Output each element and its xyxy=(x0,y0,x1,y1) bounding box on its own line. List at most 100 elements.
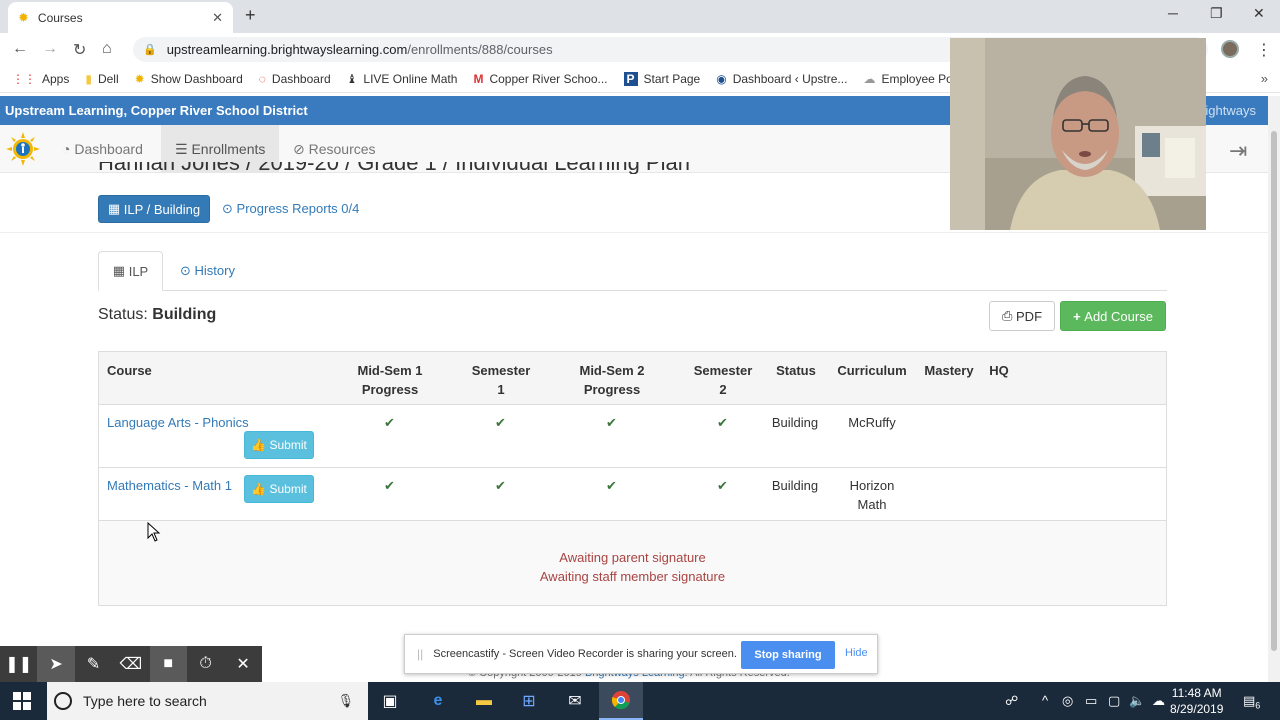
forward-icon[interactable]: → xyxy=(42,40,58,58)
url-host: upstreamlearning.brightwayslearning.com xyxy=(166,42,408,57)
brand-link[interactable]: ightways xyxy=(1205,96,1256,125)
print-icon: ⎙ xyxy=(1001,308,1013,323)
bookmark-dashboard[interactable]: ◌ Dashboard xyxy=(259,72,331,86)
browser-tab-courses[interactable]: ✹ Courses ✕ xyxy=(8,2,233,33)
tab-title: Courses xyxy=(37,10,83,25)
restore-icon[interactable]: ❐ xyxy=(1210,5,1223,22)
bookmark-apps[interactable]: ⋮⋮ Apps xyxy=(12,72,69,86)
webcam-video xyxy=(950,38,1206,230)
clock-date: 8/29/2019 xyxy=(1170,702,1224,716)
dashboard-icon: ◔ xyxy=(62,141,71,157)
store-icon[interactable]: ⊞ xyxy=(507,682,551,720)
brightways-logo[interactable] xyxy=(6,132,40,166)
scrollbar-thumb[interactable] xyxy=(1271,131,1277,651)
submit-button[interactable]: 👍 Submit xyxy=(244,431,314,459)
close-icon[interactable]: ✕ xyxy=(224,646,261,682)
hide-link[interactable]: Hide xyxy=(845,647,868,659)
th-mid-sem-2: Mid-Sem 2 Progress xyxy=(579,363,645,397)
timer-icon[interactable]: ⏱ xyxy=(187,646,224,682)
sun-icon: ✹ xyxy=(134,71,145,86)
windows-taskbar: Type here to search 🎙 ▣ e ▬ ⊞ ✉ ☍ ^ ◎ ▭ … xyxy=(0,682,1280,720)
pause-icon[interactable]: ❚❚ xyxy=(0,646,37,682)
people-icon[interactable]: ☍ xyxy=(1005,693,1018,709)
add-course-button[interactable]: + Add Course xyxy=(1060,301,1166,331)
action-center-icon[interactable]: ▤6 xyxy=(1243,693,1260,711)
battery-icon[interactable]: ▭ xyxy=(1085,693,1097,709)
bookmark-start-page[interactable]: P Start Page xyxy=(623,71,700,86)
pdf-button[interactable]: ⎙ PDF xyxy=(989,301,1055,331)
network-icon[interactable]: ◎ xyxy=(1062,693,1073,709)
taskbar-search[interactable]: Type here to search 🎙 xyxy=(47,682,368,720)
bookmark-dell[interactable]: ▮ Dell xyxy=(85,72,118,86)
th-curriculum: Curriculum xyxy=(837,363,907,378)
progress-reports-link[interactable]: ⊙ Progress Reports 0/4 xyxy=(222,201,359,217)
course-link-math[interactable]: Mathematics - Math 1 xyxy=(107,478,232,493)
new-tab-button[interactable]: + xyxy=(245,5,256,26)
windows-start-icon[interactable] xyxy=(13,692,31,710)
back-icon[interactable]: ← xyxy=(12,40,28,58)
onedrive-icon[interactable]: ☁ xyxy=(1152,693,1165,709)
tray-overflow-icon[interactable]: ^ xyxy=(1042,693,1048,708)
check-icon: ✔ xyxy=(384,415,395,430)
eraser-icon[interactable]: ⌫ xyxy=(112,646,149,682)
bookmarks-overflow-icon[interactable]: » xyxy=(1261,71,1268,86)
th-hq: HQ xyxy=(989,363,1009,378)
mouse-cursor-icon xyxy=(147,522,161,542)
bookmark-show-dashboard[interactable]: ✹ Show Dashboard xyxy=(135,72,243,86)
drag-grip-icon[interactable]: || xyxy=(417,647,423,661)
check-icon: ✔ xyxy=(495,415,506,430)
org-title: Upstream Learning, Copper River School D… xyxy=(5,103,308,118)
stop-sharing-button[interactable]: Stop sharing xyxy=(741,641,835,669)
cursor-tool-icon[interactable]: ➤ xyxy=(37,646,75,682)
check-icon: ✔ xyxy=(495,478,506,493)
th-mastery: Mastery xyxy=(924,363,974,378)
home-icon[interactable]: ⌂ xyxy=(102,40,112,58)
tab-ilp[interactable]: ▦ ILP xyxy=(98,251,163,291)
wp-icon: ◉ xyxy=(716,71,727,86)
display-icon[interactable]: ▢ xyxy=(1108,693,1120,709)
mail-icon[interactable]: ✉ xyxy=(553,682,597,720)
sign-out-icon[interactable]: ⇥ xyxy=(1229,138,1247,164)
reload-icon[interactable]: ↻ xyxy=(73,40,86,60)
bookmark-copper-river[interactable]: M Copper River Schoo... xyxy=(473,72,607,86)
th-semester-2: Semester 2 xyxy=(693,363,753,397)
microphone-icon[interactable]: 🎙 xyxy=(337,693,354,709)
tab-close-icon[interactable]: ✕ xyxy=(212,10,223,26)
list-icon: ☰ xyxy=(175,141,188,157)
check-icon: ✔ xyxy=(717,478,728,493)
pen-icon[interactable]: ✎ xyxy=(75,646,112,682)
math-icon: ♝ xyxy=(346,71,358,86)
minimize-icon[interactable]: ─ xyxy=(1168,5,1178,21)
taskbar-clock[interactable]: 11:48 AM 8/29/2019 xyxy=(1170,685,1223,717)
th-mid-sem-1: Mid-Sem 1 Progress xyxy=(357,363,423,397)
compass-icon: ⊘ xyxy=(293,141,305,157)
course-link-phonics[interactable]: Language Arts - Phonics xyxy=(107,415,249,430)
apps-grid-icon: ⋮⋮ xyxy=(12,71,36,86)
chrome-icon[interactable] xyxy=(599,682,643,720)
chrome-logo-icon xyxy=(611,691,630,710)
volume-icon[interactable]: 🔈 xyxy=(1129,693,1145,709)
page-title: Hannah Jones / 2019-20 / Grade 1 / Indiv… xyxy=(98,162,690,174)
ilp-building-button[interactable]: ▦ ILP / Building xyxy=(98,195,210,223)
table-row: Language Arts - Phonics 👍 Submit ✔ ✔ ✔ ✔… xyxy=(99,405,1166,468)
plus-icon: + xyxy=(1073,308,1081,324)
page-scrollbar[interactable] xyxy=(1268,96,1280,682)
row-curriculum: Horizon Math xyxy=(849,478,895,512)
camera-icon[interactable]: ■ xyxy=(149,646,187,682)
check-icon: ✔ xyxy=(606,415,617,430)
table-header: Course Mid-Sem 1 Progress Semester 1 Mid-S… xyxy=(99,352,1166,405)
profile-avatar[interactable] xyxy=(1221,40,1239,58)
check-icon: ✔ xyxy=(717,415,728,430)
bookmark-dashboard-upstream[interactable]: ◉ Dashboard ‹ Upstre... xyxy=(716,72,847,86)
task-view-icon[interactable]: ▣ xyxy=(368,682,412,720)
tab-history[interactable]: ⊙ History xyxy=(180,263,235,279)
file-explorer-icon[interactable]: ▬ xyxy=(462,682,506,720)
menu-kebab-icon[interactable]: ⋮ xyxy=(1256,40,1272,60)
ilp-tabs: ▦ ILP ⊙ History xyxy=(98,251,1167,291)
bookmark-live-online-math[interactable]: ♝ LIVE Online Math xyxy=(347,72,458,86)
share-message: Screencastify - Screen Video Recorder is… xyxy=(433,648,737,660)
edge-icon[interactable]: e xyxy=(416,682,460,720)
submit-button[interactable]: 👍 Submit xyxy=(244,475,314,503)
clock-time: 11:48 AM xyxy=(1171,686,1222,700)
window-close-icon[interactable]: ✕ xyxy=(1253,5,1265,22)
